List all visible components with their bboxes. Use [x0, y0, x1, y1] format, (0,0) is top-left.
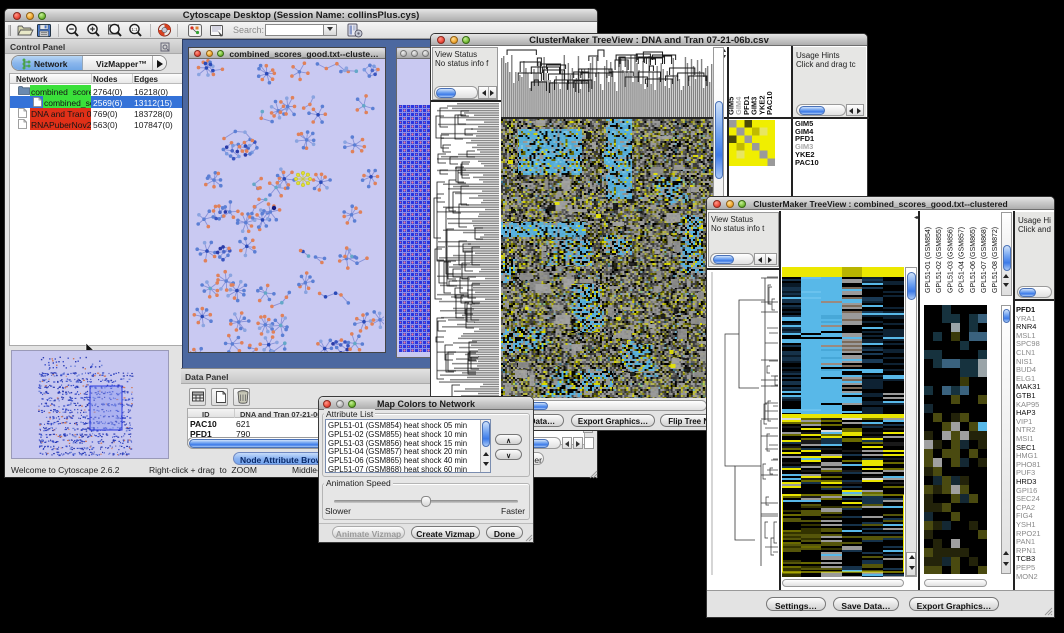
svg-text:PAC10: PAC10 — [765, 91, 774, 115]
svg-text:1:1: 1:1 — [131, 27, 138, 32]
